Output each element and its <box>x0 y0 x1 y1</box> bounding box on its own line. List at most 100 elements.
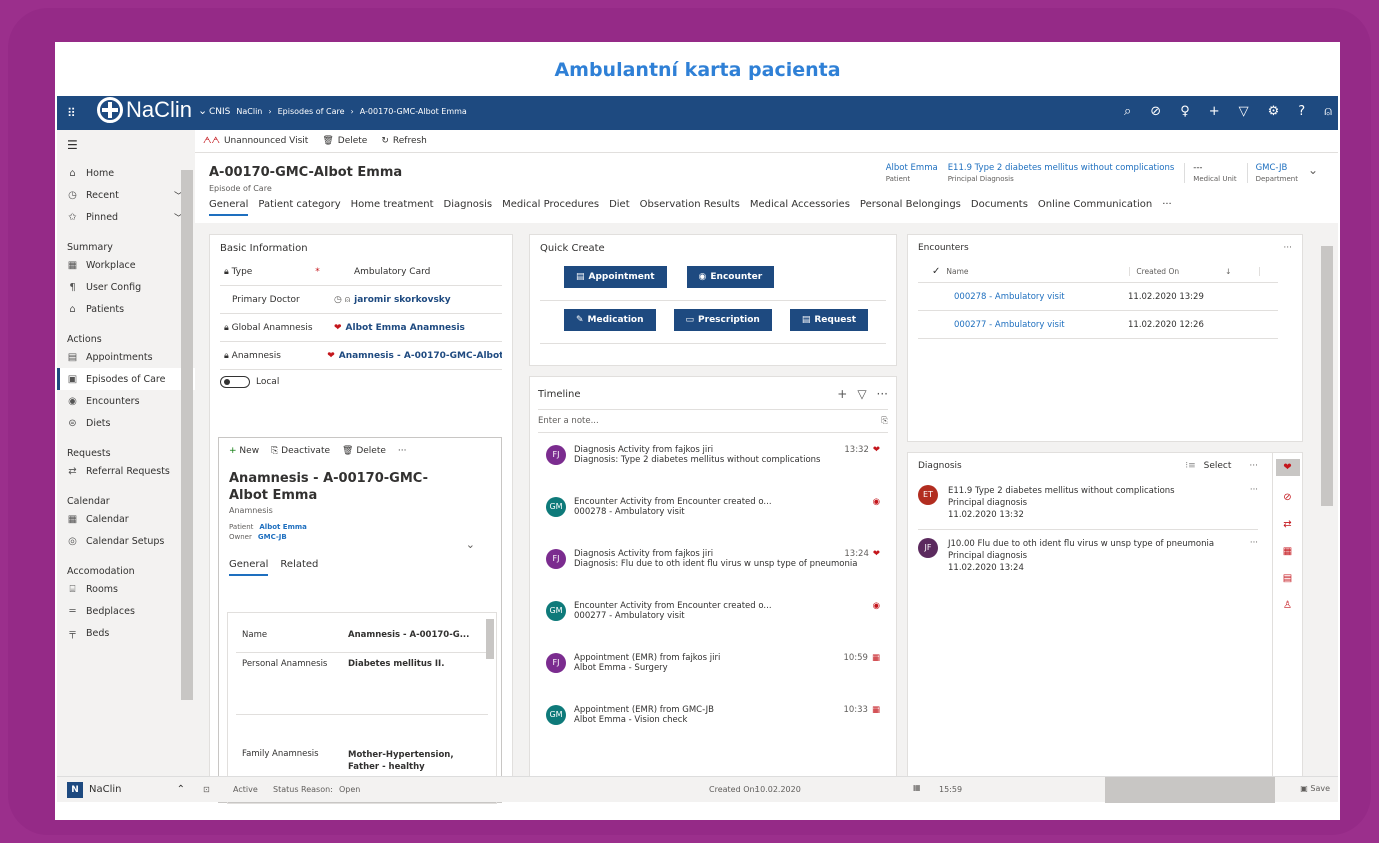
sidebar-item-diets[interactable]: ⊜ Diets <box>57 412 195 434</box>
more-icon[interactable]: ··· <box>1249 461 1258 471</box>
note-input[interactable]: Enter a note... ⎘ <box>538 409 888 433</box>
pill-icon[interactable]: ⊘ <box>1283 492 1291 503</box>
more-icon[interactable]: ··· <box>1250 538 1258 574</box>
sidebar-item-workplace[interactable]: ▦ Workplace <box>57 254 195 276</box>
header-department[interactable]: GMC-JB Department <box>1246 163 1298 183</box>
crumb-app[interactable]: NaClin <box>236 107 262 117</box>
sidebar-item-patients[interactable]: ⌂ Patients <box>57 298 195 320</box>
tab-more[interactable]: ··· <box>1162 199 1172 216</box>
global-anamnesis-field[interactable]: 🔒︎ Global Anamnesis ❤ Albot Emma Anamnesis <box>220 314 502 342</box>
flask-icon[interactable]: ♙ <box>1283 600 1292 611</box>
plus-icon[interactable]: + <box>1209 104 1220 119</box>
popout-icon[interactable]: ⊡ <box>203 785 210 794</box>
refresh-button[interactable]: ↻ Refresh <box>381 136 427 146</box>
sidebar-item-referral[interactable]: ⇄ Referral Requests <box>57 460 195 482</box>
field-value[interactable]: Albot Emma <box>886 163 938 173</box>
chevron-down-icon[interactable]: ⌄ <box>466 538 475 551</box>
grid-icon[interactable]: ▦ <box>1283 546 1292 557</box>
tab-observation-results[interactable]: Observation Results <box>640 199 740 216</box>
prescription-button[interactable]: ▭ Prescription <box>673 309 772 331</box>
tab-documents[interactable]: Documents <box>971 199 1028 216</box>
gear-icon[interactable]: ⚙ <box>1268 104 1280 119</box>
deactivate-button[interactable]: ⎘ Deactivate <box>271 446 330 456</box>
document-icon[interactable]: ▤ <box>1283 573 1292 584</box>
sidebar-item-pinned[interactable]: ✩ Pinned ﹀ <box>57 206 195 228</box>
patient-link[interactable]: Albot Emma <box>259 523 307 531</box>
tab-related[interactable]: Related <box>280 559 318 576</box>
table-row[interactable]: 000277 - Ambulatory visit 11.02.2020 12:2… <box>918 311 1278 339</box>
timeline-item[interactable]: GM Encounter Activity from Encounter crea… <box>538 489 888 541</box>
local-toggle[interactable]: Local <box>220 376 502 388</box>
sidebar-item-recent[interactable]: ◷ Recent ﹀ <box>57 184 195 206</box>
column-name[interactable]: Name <box>940 267 1131 276</box>
tab-general[interactable]: General <box>209 199 249 216</box>
delete-button[interactable]: 🗑 Delete <box>342 446 386 456</box>
field-value[interactable]: GMC-JB <box>1256 163 1298 173</box>
sidebar-item-episodes[interactable]: ▣ Episodes of Care <box>57 368 195 390</box>
tab-personal-belongings[interactable]: Personal Belongings <box>860 199 961 216</box>
tab-online-communication[interactable]: Online Communication <box>1038 199 1152 216</box>
tab-home-treatment[interactable]: Home treatment <box>351 199 434 216</box>
plus-icon[interactable]: + <box>837 387 847 401</box>
sidebar-scrollbar[interactable] <box>181 170 193 700</box>
more-icon[interactable]: ··· <box>1283 243 1292 253</box>
sidebar-item-home[interactable]: ⌂ Home <box>57 162 195 184</box>
search-icon[interactable]: ⌕ <box>1124 104 1131 119</box>
encounter-link[interactable]: 000277 - Ambulatory visit <box>954 320 1128 330</box>
save-button[interactable]: ▣ Save <box>1300 784 1330 793</box>
calendar-icon[interactable]: ▦ <box>913 783 921 792</box>
tab-diet[interactable]: Diet <box>609 199 630 216</box>
owner-link[interactable]: GMC-JB <box>258 533 287 541</box>
crumb-record[interactable]: A-00170-GMC-Albot Emma <box>360 107 467 117</box>
heart-icon[interactable]: ❤ <box>1275 459 1300 476</box>
unannounced-visit-button[interactable]: ᗅᗅ Unannounced Visit <box>203 136 308 146</box>
hamburger-icon[interactable]: ☰ <box>67 138 78 152</box>
timeline-item[interactable]: GM Encounter Activity from Encounter crea… <box>538 593 888 645</box>
tab-general[interactable]: General <box>229 559 269 576</box>
more-icon[interactable]: ··· <box>398 446 407 456</box>
sidebar-item-appointments[interactable]: ▤ Appointments <box>57 346 195 368</box>
sidebar-item-calendar[interactable]: ▦ Calendar <box>57 508 195 530</box>
name-field[interactable]: Name Anamnesis - A-00170-G... <box>236 617 488 653</box>
list-item[interactable]: JF J10.00 Flu due to oth ident flu virus … <box>918 538 1258 574</box>
sidebar-item-encounters[interactable]: ◉ Encounters <box>57 390 195 412</box>
filter-icon[interactable]: ▽ <box>1239 104 1249 119</box>
personal-anamnesis-field[interactable]: Personal Anamnesis Diabetes mellitus II. <box>236 653 488 715</box>
tab-medical-accessories[interactable]: Medical Accessories <box>750 199 850 216</box>
crumb-entity[interactable]: Episodes of Care <box>278 107 345 117</box>
checkmark-icon[interactable]: ✓ <box>932 266 940 277</box>
sidebar-item-user-config[interactable]: ¶ User Config <box>57 276 195 298</box>
chevron-down-icon[interactable]: ⌄ <box>1308 163 1318 183</box>
table-row[interactable]: 000278 - Ambulatory visit 11.02.2020 13:2… <box>918 283 1278 311</box>
header-diagnosis[interactable]: E11.9 Type 2 diabetes mellitus without c… <box>948 163 1175 183</box>
attachment-icon[interactable]: ⎘ <box>881 416 888 426</box>
sidebar-item-rooms[interactable]: ⌸ Rooms <box>57 578 195 600</box>
referral-icon[interactable]: ⇄ <box>1283 519 1291 530</box>
appointment-button[interactable]: ▤ Appointment <box>564 266 667 288</box>
select-button[interactable]: ⁝≡ Select ··· <box>1185 461 1258 471</box>
area-switcher[interactable]: N NaClin ⌃ <box>57 776 195 802</box>
user-icon[interactable]: ⍝ <box>1324 104 1332 119</box>
anamnesis-field[interactable]: 🔒︎ Anamnesis ❤ Anamnesis - A-00170-GMC-Alb… <box>220 342 502 370</box>
field-value[interactable]: Anamnesis - A-00170-GMC-Albot E <box>339 351 502 361</box>
encounter-link[interactable]: 000278 - Ambulatory visit <box>954 292 1128 302</box>
timeline-item[interactable]: GM Appointment (EMR) from GMC-JB 10:33 ▦ Alb… <box>538 697 888 749</box>
timeline-item[interactable]: FJ Diagnosis Activity from fajkos jiri 13:… <box>538 437 888 489</box>
encounter-button[interactable]: ◉ Encounter <box>686 266 775 288</box>
sidebar-item-bedplaces[interactable]: ═ Bedplaces <box>57 600 195 622</box>
toggle-switch[interactable] <box>220 376 250 388</box>
sidebar-item-calendar-setups[interactable]: ◎ Calendar Setups <box>57 530 195 552</box>
more-icon[interactable]: ··· <box>877 387 888 401</box>
tab-medical-procedures[interactable]: Medical Procedures <box>502 199 599 216</box>
request-button[interactable]: ▤ Request <box>789 309 868 331</box>
type-field[interactable]: 🔒︎ Type * Ambulatory Card <box>220 258 502 286</box>
timeline-item[interactable]: FJ Appointment (EMR) from fajkos jiri 10:5… <box>538 645 888 697</box>
main-scrollbar[interactable] <box>1321 234 1333 802</box>
more-icon[interactable]: ··· <box>1250 485 1258 521</box>
field-value[interactable]: jaromir skorkovsky <box>354 295 451 305</box>
field-value[interactable]: E11.9 Type 2 diabetes mellitus without c… <box>948 163 1175 173</box>
tab-diagnosis[interactable]: Diagnosis <box>444 199 493 216</box>
delete-button[interactable]: 🗑 Delete <box>322 136 367 146</box>
header-patient[interactable]: Albot Emma Patient <box>886 163 938 183</box>
field-value[interactable]: Albot Emma Anamnesis <box>346 323 465 333</box>
